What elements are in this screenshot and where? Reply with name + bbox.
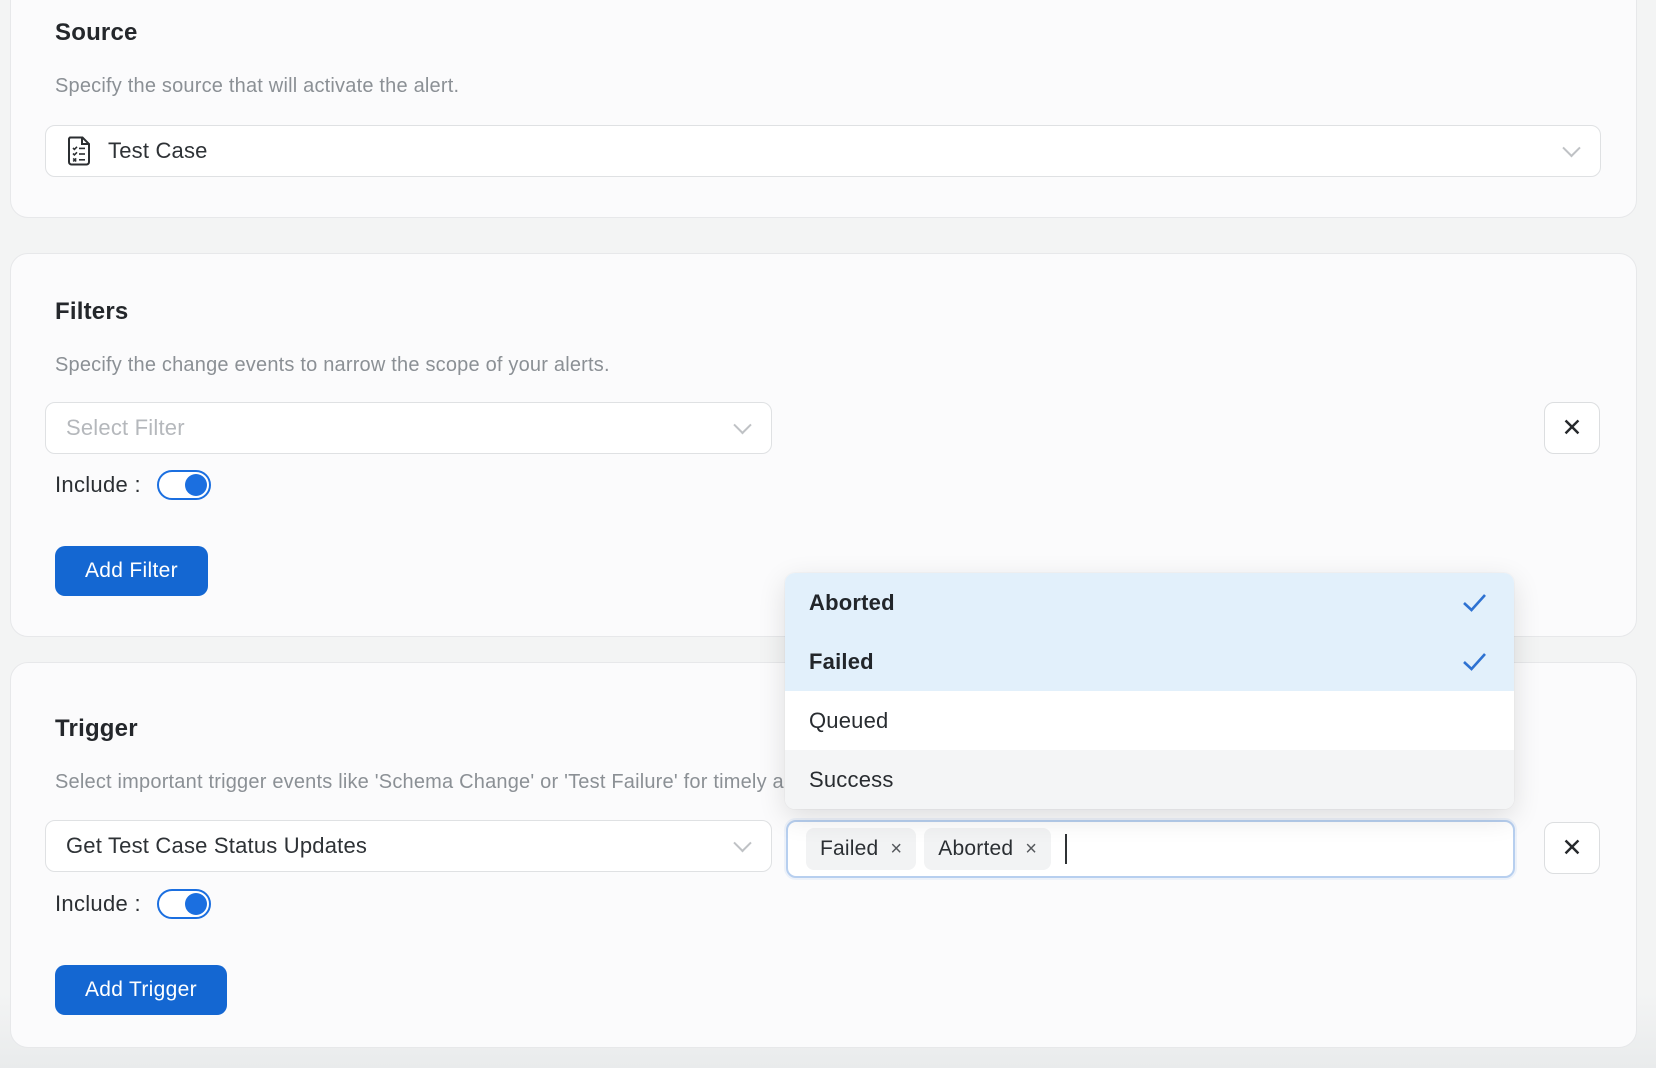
toggle-knob: [185, 893, 207, 915]
status-options-dropdown: Aborted Failed Queued Success: [785, 573, 1514, 809]
dropdown-option-queued[interactable]: Queued: [785, 691, 1514, 750]
remove-filter-button[interactable]: ✕: [1544, 402, 1600, 454]
tag-label: Aborted: [938, 837, 1013, 861]
dropdown-option-success[interactable]: Success: [785, 750, 1514, 809]
option-label: Success: [809, 767, 894, 793]
trigger-select[interactable]: Get Test Case Status Updates: [45, 820, 772, 872]
selected-tag: Failed ×: [806, 828, 916, 870]
include-toggle[interactable]: [157, 470, 211, 500]
option-label: Aborted: [809, 590, 895, 616]
source-description: Specify the source that will activate th…: [55, 75, 459, 98]
add-trigger-button[interactable]: Add Trigger: [55, 965, 227, 1015]
remove-trigger-button[interactable]: ✕: [1544, 822, 1600, 874]
filters-title: Filters: [55, 298, 128, 326]
filter-select-placeholder: Select Filter: [66, 415, 185, 441]
option-label: Failed: [809, 649, 874, 675]
chevron-down-icon: [1562, 139, 1580, 157]
tag-label: Failed: [820, 837, 878, 861]
source-section: Source Specify the source that will acti…: [10, 0, 1637, 218]
trigger-select-value: Get Test Case Status Updates: [66, 833, 367, 859]
dropdown-option-aborted[interactable]: Aborted: [785, 573, 1514, 632]
trigger-description: Select important trigger events like 'Sc…: [55, 771, 828, 794]
source-title: Source: [55, 19, 138, 47]
toggle-knob: [185, 474, 207, 496]
check-icon: [1461, 651, 1488, 672]
add-filter-button[interactable]: Add Filter: [55, 546, 208, 596]
filters-description: Specify the change events to narrow the …: [55, 354, 610, 377]
include-toggle[interactable]: [157, 889, 211, 919]
tag-remove-icon[interactable]: ×: [890, 838, 902, 861]
include-label: Include :: [55, 472, 141, 498]
source-select[interactable]: Test Case: [45, 125, 1601, 177]
check-icon: [1461, 592, 1488, 613]
dropdown-option-failed[interactable]: Failed: [785, 632, 1514, 691]
chevron-down-icon: [733, 834, 751, 852]
filters-include-row: Include :: [55, 470, 211, 500]
include-label: Include :: [55, 891, 141, 917]
filter-select[interactable]: Select Filter: [45, 402, 772, 454]
trigger-title: Trigger: [55, 715, 138, 743]
text-cursor: [1065, 834, 1067, 864]
selected-tag: Aborted ×: [924, 828, 1051, 870]
test-case-document-icon: [66, 136, 92, 166]
source-select-value: Test Case: [108, 138, 208, 164]
chevron-down-icon: [733, 416, 751, 434]
trigger-include-row: Include :: [55, 889, 211, 919]
option-label: Queued: [809, 708, 889, 734]
tag-remove-icon[interactable]: ×: [1025, 838, 1037, 861]
trigger-status-multiselect-input[interactable]: Failed × Aborted ×: [786, 820, 1515, 878]
